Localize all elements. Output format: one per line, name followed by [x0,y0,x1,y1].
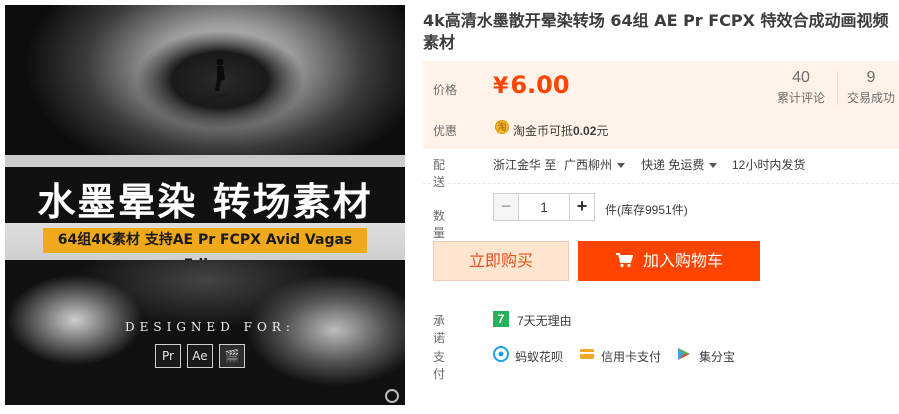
ink-splash-top [5,5,405,155]
price-amount: 6.00 [510,71,570,99]
promise-label: 承诺 [433,314,446,345]
payment-huabei[interactable]: 蚂蚁花呗 [515,348,563,365]
buy-now-button[interactable]: 立即购买 [433,241,569,281]
corner-mark-icon [385,389,399,403]
promo-suffix: 元 [596,124,609,138]
final-cut-clapper-icon: 🎬 [219,344,245,368]
chevron-down-icon [617,163,626,169]
destination-text: 广西柳州 [564,158,613,172]
sales-count: 9 [866,69,876,86]
review-count: 40 [792,69,810,86]
stat-sales: 9 交易成功 [841,69,899,106]
quantity-input[interactable] [519,193,569,221]
payment-label: 支付 [433,350,446,381]
sales-label: 交易成功 [846,91,895,105]
review-label: 累计评论 [776,91,825,105]
promo-amount: 0.02 [573,124,597,138]
promo-text: 淘金币可抵0.02元 [513,122,608,139]
shipping-method-text: 快递 免运费 [641,158,705,172]
promo-label: 优惠 [433,124,458,138]
destination-dropdown[interactable]: 广西柳州 [564,156,626,173]
product-title: 4k高清水墨散开晕染转场 64组 AE Pr FCPX 特效合成动画视频素材 [423,11,889,52]
chevron-down-icon [709,163,718,169]
image-subtitle: 64组4K素材 支持AE Pr FCPX Avid Vagas Edius [43,228,367,273]
add-to-cart-label: 加入购物车 [642,251,723,270]
product-main-image[interactable]: 水墨晕染 转场素材 64组4K素材 支持AE Pr FCPX Avid Vaga… [5,5,405,405]
payment-jifenbao[interactable]: 集分宝 [699,348,735,365]
image-headline: 水墨晕染 转场素材 [37,179,373,224]
decrease-button[interactable]: − [493,193,519,221]
price-panel: 价格 ¥6.00 40 累计评论 9 交易成功 优惠 淘 淘金币可抵0.02元 [423,61,899,149]
increase-button[interactable]: + [569,193,595,221]
designed-for-text: DESIGNED FOR: [125,320,295,334]
shipping-method-dropdown[interactable]: 快递 免运费 [641,156,718,173]
price-label: 价格 [433,83,458,97]
shipping-origin: 浙江金华 至 [493,158,557,172]
seven-day-return-icon: 7 [493,311,509,327]
stock-text: 件(库存9951件) [605,203,688,217]
price-value: ¥6.00 [493,71,570,99]
payment-credit-card[interactable]: 信用卡支付 [601,348,661,365]
add-to-cart-button[interactable]: 加入购物车 [578,241,760,281]
stat-divider [837,71,838,105]
quantity-stepper: − + [493,193,595,221]
credit-card-icon [580,349,594,359]
dispatch-time: 12小时内发货 [732,158,806,172]
jifenbao-icon [678,348,690,360]
divider [423,183,899,184]
seven-day-return-link[interactable]: 7天无理由 [517,312,572,329]
huabei-icon [493,346,509,362]
surfer-figure [207,58,230,100]
ink-splash-bottom: DESIGNED FOR: Pr Ae 🎬 [5,260,405,405]
taojinbi-coin-icon: 淘 [495,120,509,134]
stat-reviews[interactable]: 40 累计评论 [771,69,831,106]
quantity-label: 数量 [433,209,446,240]
promo-prefix: 淘金币可抵 [513,124,574,138]
shipping-label: 配送 [433,158,446,189]
after-effects-icon: Ae [187,344,213,368]
cart-icon [615,252,633,267]
app-icons: Pr Ae 🎬 [155,344,245,368]
currency-symbol: ¥ [493,74,509,99]
premiere-icon: Pr [155,344,181,368]
title-banner: 水墨晕染 转场素材 64组4K素材 支持AE Pr FCPX Avid Vaga… [5,155,405,273]
